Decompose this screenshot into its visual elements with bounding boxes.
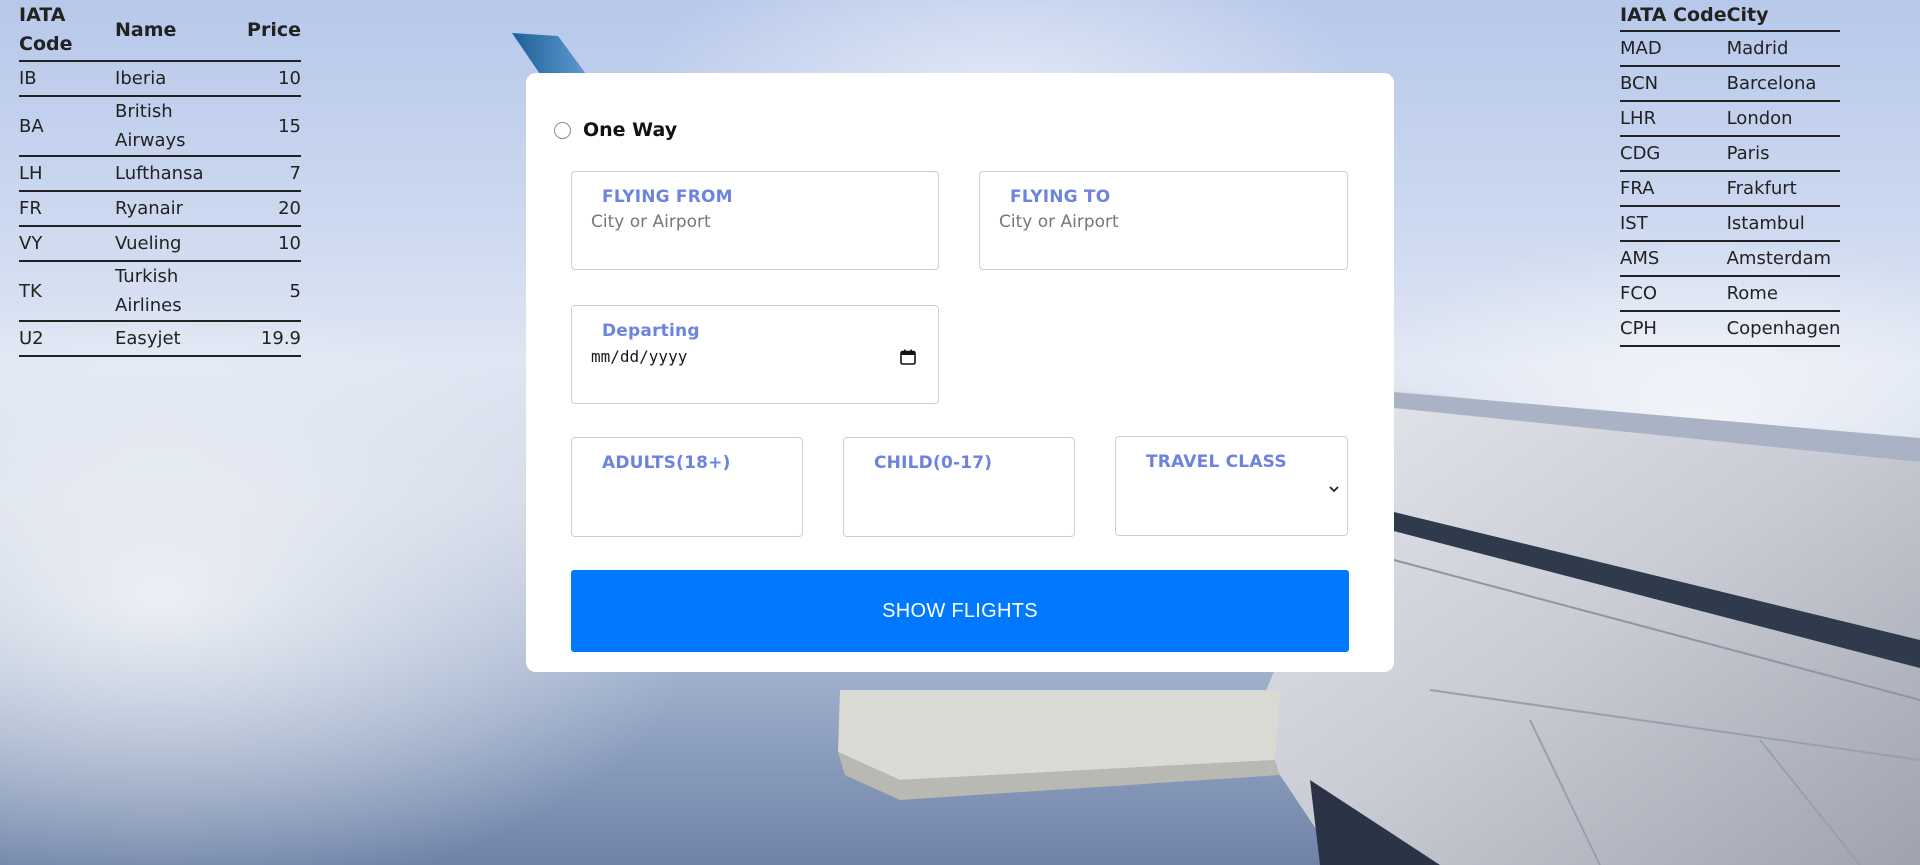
table-row: BCN Barcelona [1620, 66, 1841, 102]
city-name: Paris [1726, 136, 1841, 172]
airline-code: LH [19, 156, 116, 192]
city-code: FRA [1620, 171, 1727, 207]
child-label: CHILD(0-17) [874, 453, 993, 473]
city-code: CPH [1620, 311, 1727, 347]
city-code: LHR [1620, 101, 1727, 137]
departing-date-input[interactable]: mm/dd/yyyy [591, 347, 687, 366]
chevron-down-icon[interactable] [1327, 482, 1341, 496]
airline-price: 7 [247, 156, 301, 192]
airline-price: 10 [247, 61, 301, 97]
airline-code: BA [19, 96, 116, 157]
flying-to-input[interactable] [999, 212, 1299, 232]
one-way-label: One Way [583, 119, 678, 141]
table-row: FCO Rome [1620, 276, 1841, 312]
adults-label: ADULTS(18+) [602, 453, 731, 473]
airline-name: Vueling [115, 226, 248, 262]
airline-name: Turkish Airlines [115, 261, 248, 322]
flying-from-input[interactable] [591, 212, 891, 232]
cities-table-header: IATA Code City [1620, 0, 1841, 32]
airline-name: British Airways [115, 96, 248, 157]
table-row: AMS Amsterdam [1620, 241, 1841, 277]
table-row: BA British Airways 15 [19, 96, 301, 157]
city-name: Rome [1726, 276, 1841, 312]
cities-table: IATA Code City MAD Madrid BCN Barcelona … [1620, 0, 1841, 347]
show-flights-button[interactable]: SHOW FLIGHTS [571, 570, 1349, 652]
airline-code: U2 [19, 321, 116, 357]
airline-code: VY [19, 226, 116, 262]
table-row: VY Vueling 10 [19, 226, 301, 262]
flying-from-field[interactable]: FLYING FROM [571, 171, 939, 270]
departing-date-field[interactable]: Departing mm/dd/yyyy [571, 305, 939, 404]
one-way-option[interactable]: One Way [554, 119, 677, 141]
city-name: Frakfurt [1726, 171, 1841, 207]
airline-code: TK [19, 261, 116, 322]
airline-code: IB [19, 61, 116, 97]
adults-field[interactable]: ADULTS(18+) [571, 437, 803, 537]
airlines-price-table: IATA Code Name Price IB Iberia 10 BA Bri… [19, 0, 301, 357]
table-row: MAD Madrid [1620, 31, 1841, 67]
airline-price: 5 [247, 261, 301, 322]
city-name: Amsterdam [1726, 241, 1841, 277]
departing-label: Departing [602, 321, 700, 341]
flight-search-form: One Way FLYING FROM FLYING TO Departing … [526, 73, 1394, 672]
airline-code: FR [19, 191, 116, 227]
city-code: IST [1620, 206, 1727, 242]
table-row: LH Lufthansa 7 [19, 156, 301, 192]
header-iata-code: IATA Code [1620, 0, 1727, 32]
airlines-table-header: IATA Code Name Price [19, 0, 301, 62]
table-row: TK Turkish Airlines 5 [19, 261, 301, 322]
city-name: London [1726, 101, 1841, 137]
city-name: Copenhagen [1726, 311, 1841, 347]
header-city: City [1726, 0, 1841, 32]
table-row: IB Iberia 10 [19, 61, 301, 97]
table-row: U2 Easyjet 19.9 [19, 321, 301, 357]
flying-to-label: FLYING TO [1010, 187, 1111, 207]
travel-class-label: TRAVEL CLASS [1146, 452, 1287, 472]
header-price: Price [247, 0, 301, 62]
header-iata-code: IATA Code [19, 0, 116, 62]
airline-name: Ryanair [115, 191, 248, 227]
header-name: Name [115, 0, 248, 62]
city-name: Madrid [1726, 31, 1841, 67]
table-row: CPH Copenhagen [1620, 311, 1841, 347]
child-field[interactable]: CHILD(0-17) [843, 437, 1075, 537]
table-row: FR Ryanair 20 [19, 191, 301, 227]
airline-price: 20 [247, 191, 301, 227]
airline-name: Iberia [115, 61, 248, 97]
table-row: LHR London [1620, 101, 1841, 137]
airline-price: 10 [247, 226, 301, 262]
table-row: CDG Paris [1620, 136, 1841, 172]
airline-price: 19.9 [247, 321, 301, 357]
city-code: AMS [1620, 241, 1727, 277]
one-way-radio[interactable] [554, 121, 571, 139]
city-code: CDG [1620, 136, 1727, 172]
city-code: FCO [1620, 276, 1727, 312]
flying-to-field[interactable]: FLYING TO [979, 171, 1348, 270]
city-name: Barcelona [1726, 66, 1841, 102]
flying-from-label: FLYING FROM [602, 187, 733, 207]
airline-price: 15 [247, 96, 301, 157]
table-row: FRA Frakfurt [1620, 171, 1841, 207]
city-name: Istambul [1726, 206, 1841, 242]
city-code: MAD [1620, 31, 1727, 67]
airline-name: Lufthansa [115, 156, 248, 192]
table-row: IST Istambul [1620, 206, 1841, 242]
calendar-icon[interactable] [900, 349, 916, 365]
travel-class-select[interactable]: TRAVEL CLASS [1115, 436, 1348, 536]
city-code: BCN [1620, 66, 1727, 102]
airline-name: Easyjet [115, 321, 248, 357]
